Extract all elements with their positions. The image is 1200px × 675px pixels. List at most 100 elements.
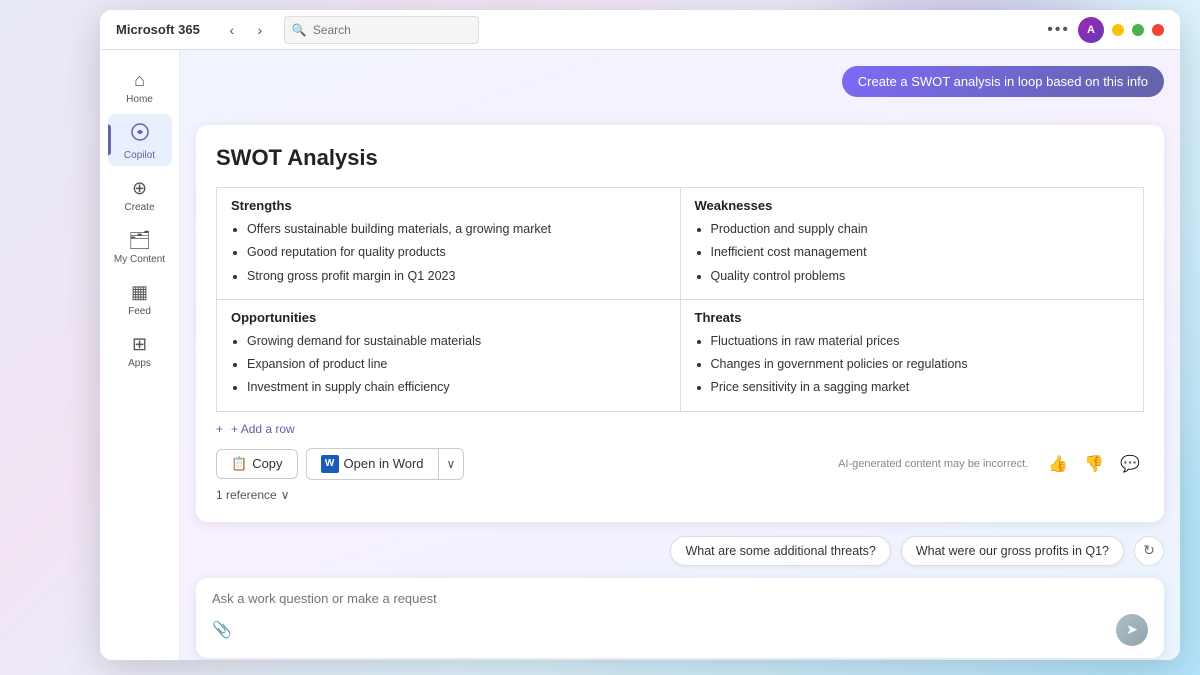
sidebar-item-my-content[interactable]: 🗂 My Content <box>108 222 172 270</box>
list-item: Investment in supply chain efficiency <box>247 377 666 398</box>
sidebar-item-create[interactable]: ⊕ Create <box>108 170 172 218</box>
close-button[interactable] <box>1152 24 1164 36</box>
sidebar-label-home: Home <box>126 94 153 106</box>
add-row-link[interactable]: + + Add a row <box>216 422 1144 436</box>
back-icon: ‹ <box>229 22 234 38</box>
strengths-cell: Strengths Offers sustainable building ma… <box>217 188 681 300</box>
my-content-icon: 🗂 <box>128 230 151 251</box>
list-item: Production and supply chain <box>711 219 1130 240</box>
sidebar-item-copilot[interactable]: Copilot <box>108 114 172 166</box>
list-item: Strong gross profit margin in Q1 2023 <box>247 266 666 287</box>
open-word-label: Open in Word <box>344 456 424 471</box>
strengths-list: Offers sustainable building materials, a… <box>231 219 666 287</box>
weaknesses-list: Production and supply chain Inefficient … <box>695 219 1130 287</box>
sidebar-label-create: Create <box>124 202 154 214</box>
apps-icon: ⊞ <box>132 334 147 355</box>
list-item: Changes in government policies or regula… <box>711 354 1130 375</box>
search-container: 🔍 <box>284 16 479 44</box>
comment-button[interactable]: 💬 <box>1116 452 1144 476</box>
chevron-down-icon: ∨ <box>447 457 456 471</box>
titlebar-actions: ••• A <box>1047 17 1164 43</box>
sidebar-item-home[interactable]: ⌂ Home <box>108 62 172 110</box>
thumbs-up-icon: 👍 <box>1048 456 1068 473</box>
open-word-chevron-button[interactable]: ∨ <box>439 448 465 480</box>
thumbs-down-icon: 👎 <box>1084 456 1104 473</box>
input-area: 📎 ➤ <box>196 578 1164 658</box>
list-item: Quality control problems <box>711 266 1130 287</box>
home-icon: ⌂ <box>134 70 145 91</box>
nav-buttons: ‹ › <box>220 18 272 42</box>
weaknesses-header: Weaknesses <box>695 198 1130 213</box>
sidebar-label-feed: Feed <box>128 306 151 318</box>
sidebar-item-feed[interactable]: ▦ Feed <box>108 274 172 322</box>
list-item: Price sensitivity in a sagging market <box>711 377 1130 398</box>
attach-icon: 📎 <box>212 622 232 639</box>
search-input[interactable] <box>284 16 479 44</box>
main-layout: ⌂ Home Copilot ⊕ Create 🗂 My Co <box>100 50 1180 660</box>
suggestions-row: What are some additional threats? What w… <box>196 536 1164 566</box>
feed-icon: ▦ <box>131 282 148 303</box>
content-area: Create a SWOT analysis in loop based on … <box>180 50 1180 660</box>
sidebar-label-my-content: My Content <box>114 254 165 266</box>
forward-icon: › <box>257 22 262 38</box>
search-icon: 🔍 <box>292 23 307 37</box>
app-title: Microsoft 365 <box>116 22 200 37</box>
reference-row[interactable]: 1 reference ∨ <box>216 488 1144 502</box>
suggestion-chip-2[interactable]: What were our gross profits in Q1? <box>901 536 1124 566</box>
more-options-button[interactable]: ••• <box>1047 21 1070 39</box>
list-item: Fluctuations in raw material prices <box>711 331 1130 352</box>
list-item: Expansion of product line <box>247 354 666 375</box>
weaknesses-cell: Weaknesses Production and supply chain I… <box>680 188 1144 300</box>
add-row-label: + Add a row <box>231 422 295 436</box>
opportunities-list: Growing demand for sustainable materials… <box>231 331 666 399</box>
thumbs-down-button[interactable]: 👎 <box>1080 452 1108 476</box>
open-word-group: W Open in Word ∨ <box>306 448 465 480</box>
list-item: Growing demand for sustainable materials <box>247 331 666 352</box>
back-button[interactable]: ‹ <box>220 18 244 42</box>
copy-label: Copy <box>252 456 282 471</box>
minimize-button[interactable] <box>1112 24 1124 36</box>
titlebar: Microsoft 365 ‹ › 🔍 ••• A <box>100 10 1180 50</box>
list-item: Offers sustainable building materials, a… <box>247 219 666 240</box>
copy-icon: 📋 <box>231 456 247 472</box>
sidebar-label-copilot: Copilot <box>124 150 155 162</box>
thumbs-up-button[interactable]: 👍 <box>1044 452 1072 476</box>
sidebar: ⌂ Home Copilot ⊕ Create 🗂 My Co <box>100 50 180 660</box>
refresh-icon: ↻ <box>1143 542 1155 559</box>
open-in-word-button[interactable]: W Open in Word <box>306 448 439 480</box>
create-icon: ⊕ <box>132 178 147 199</box>
ai-disclaimer: AI-generated content may be incorrect. <box>838 458 1028 470</box>
input-toolbar: 📎 ➤ <box>212 614 1148 646</box>
chat-input[interactable] <box>212 591 1148 606</box>
refresh-suggestions-button[interactable]: ↻ <box>1134 536 1164 566</box>
app-window: Microsoft 365 ‹ › 🔍 ••• A <box>100 10 1180 660</box>
plus-icon: + <box>216 422 223 436</box>
action-bar: 📋 Copy W Open in Word ∨ AI-generated co <box>216 448 1144 480</box>
maximize-button[interactable] <box>1132 24 1144 36</box>
opportunities-cell: Opportunities Growing demand for sustain… <box>217 299 681 411</box>
send-button[interactable]: ➤ <box>1116 614 1148 646</box>
threats-list: Fluctuations in raw material prices Chan… <box>695 331 1130 399</box>
opportunities-header: Opportunities <box>231 310 666 325</box>
comment-icon: 💬 <box>1120 456 1140 473</box>
user-message-bubble: Create a SWOT analysis in loop based on … <box>842 66 1164 97</box>
reference-label: 1 reference <box>216 488 277 502</box>
response-card: SWOT Analysis Strengths Offers sustainab… <box>196 125 1164 522</box>
strengths-header: Strengths <box>231 198 666 213</box>
avatar[interactable]: A <box>1078 17 1104 43</box>
sidebar-label-apps: Apps <box>128 358 151 370</box>
chevron-down-icon: ∨ <box>281 488 290 502</box>
swot-title: SWOT Analysis <box>216 145 1144 171</box>
word-icon: W <box>321 455 339 473</box>
forward-button[interactable]: › <box>248 18 272 42</box>
list-item: Inefficient cost management <box>711 242 1130 263</box>
sidebar-item-apps[interactable]: ⊞ Apps <box>108 326 172 374</box>
threats-header: Threats <box>695 310 1130 325</box>
swot-table: Strengths Offers sustainable building ma… <box>216 187 1144 412</box>
suggestion-chip-1[interactable]: What are some additional threats? <box>670 536 890 566</box>
send-icon: ➤ <box>1126 621 1138 638</box>
list-item: Good reputation for quality products <box>247 242 666 263</box>
copy-button[interactable]: 📋 Copy <box>216 449 298 479</box>
copilot-icon <box>130 122 150 147</box>
attach-button[interactable]: 📎 <box>212 620 232 640</box>
